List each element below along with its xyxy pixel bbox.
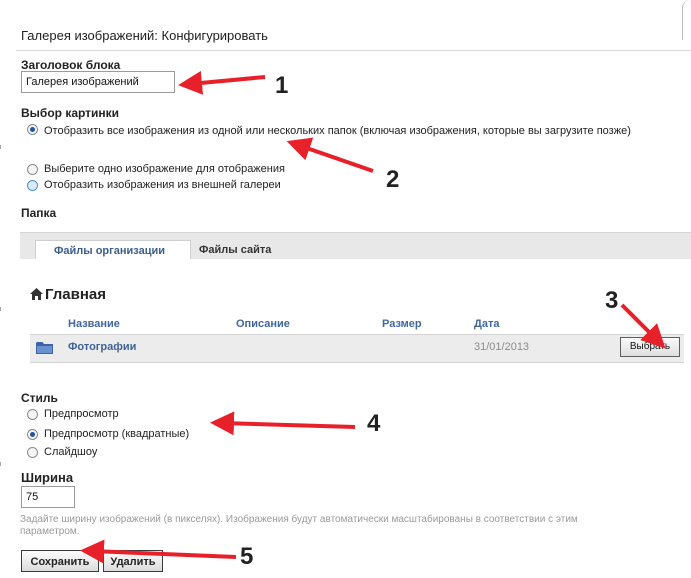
- annotation-number-4: 4: [367, 410, 381, 437]
- annotation-number-1: 1: [275, 72, 289, 99]
- annotation-number-3: 3: [605, 287, 619, 314]
- annotation-number-5: 5: [240, 543, 254, 570]
- annotation-arrow-5: [80, 539, 237, 564]
- annotation-number-2: 2: [386, 166, 400, 193]
